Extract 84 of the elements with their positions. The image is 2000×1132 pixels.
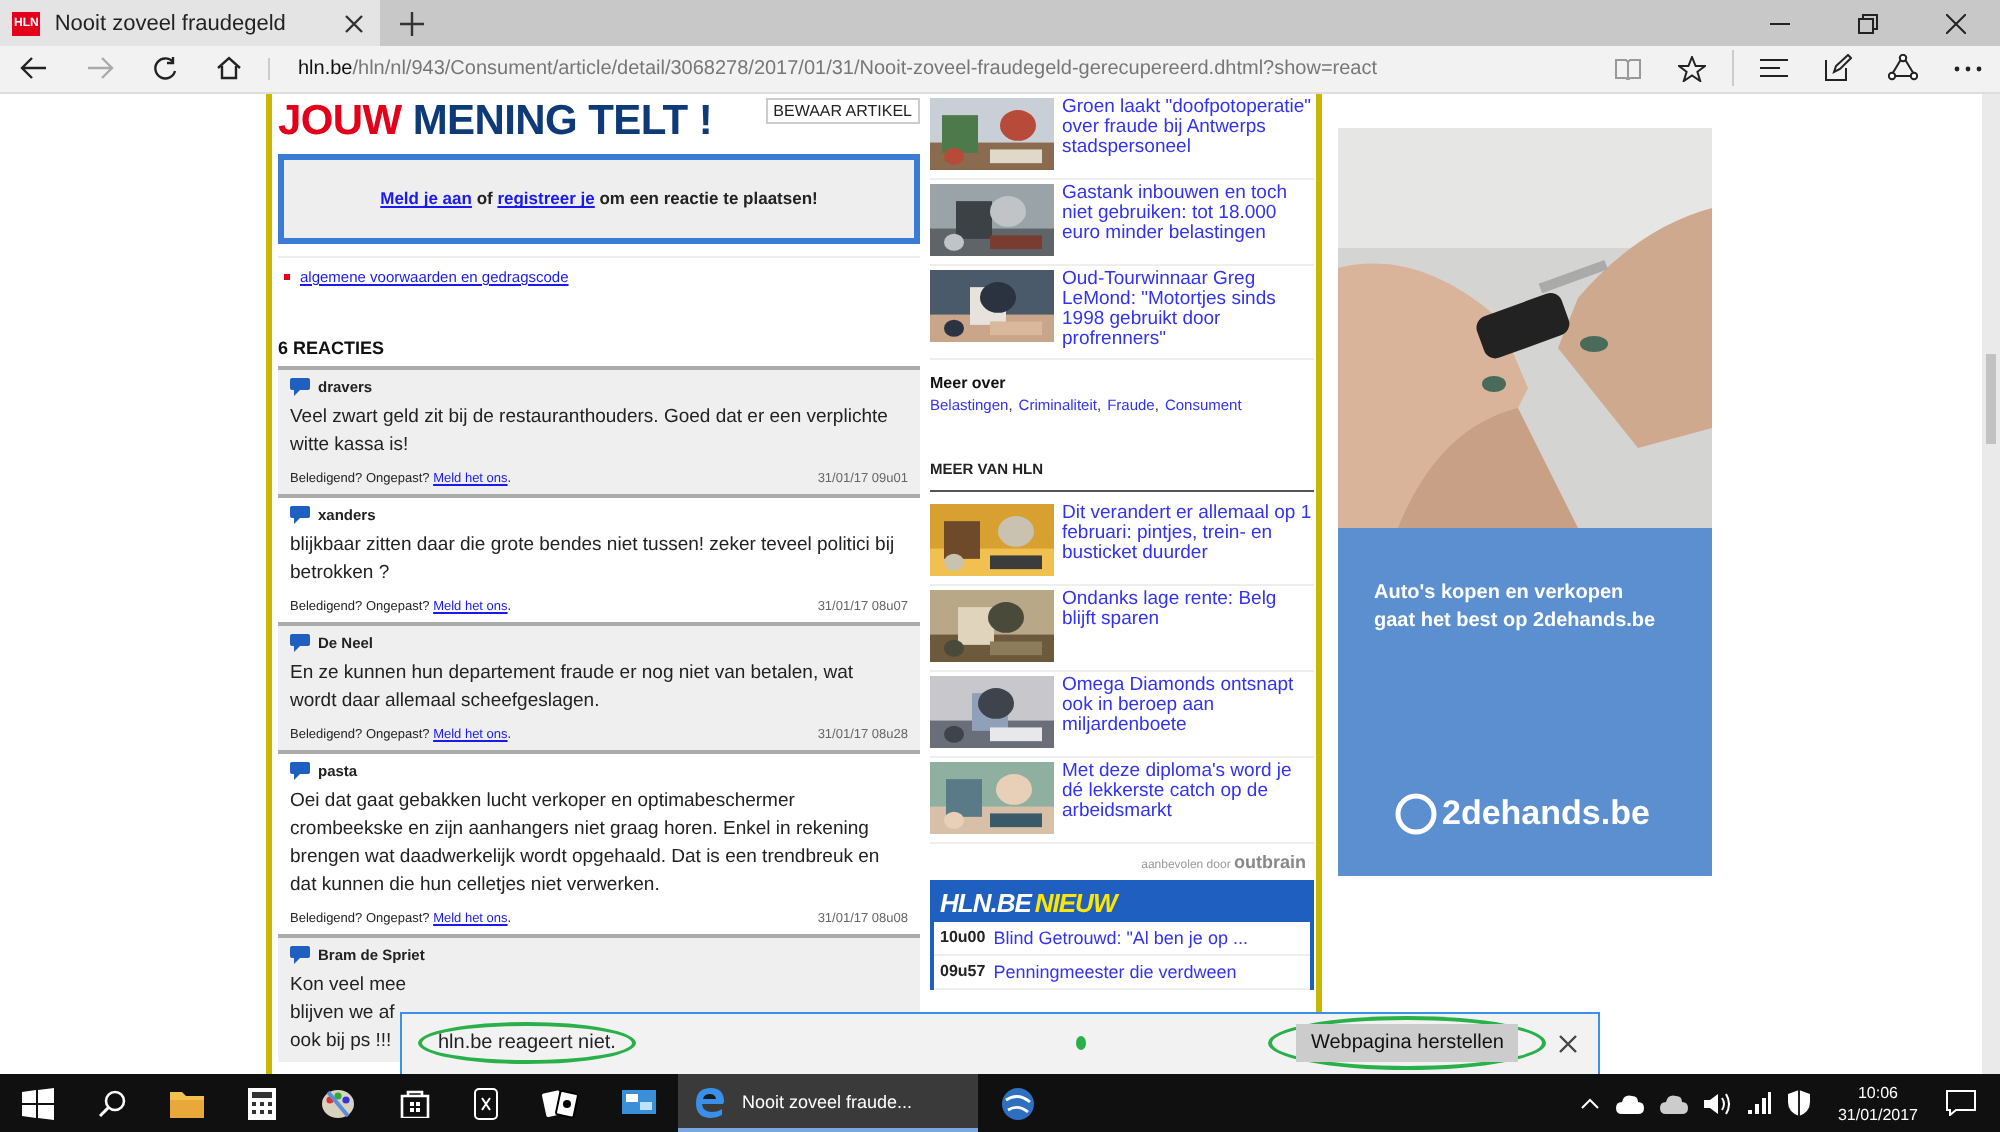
article-link[interactable]: Omega Diamonds ontsnapt ook in beroep aan miljardenboete	[1062, 675, 1314, 748]
shield-icon[interactable]	[1787, 1090, 1810, 1116]
news-link[interactable]: Blind Getrouwd: "Al ben je op ...	[993, 927, 1248, 948]
maximize-icon[interactable]	[1858, 13, 1878, 33]
caret-up-icon[interactable]	[1579, 1097, 1600, 1109]
notifications-icon[interactable]	[1946, 1090, 1976, 1116]
speech-bubble-icon	[290, 633, 310, 652]
outbrain-logo: outbrain	[1234, 851, 1306, 872]
speech-bubble-icon	[290, 377, 310, 396]
clock-date: 31/01/2017	[1837, 1103, 1918, 1125]
comment-text: Kon veel mee	[290, 971, 407, 1000]
close-icon[interactable]	[344, 13, 364, 33]
notification-message: hln.be reageert niet.	[438, 1032, 616, 1055]
bullet-icon	[284, 273, 290, 280]
monitor-icon[interactable]	[622, 1089, 656, 1117]
article-link[interactable]: Oud-Tourwinnaar Greg LeMond: "Motortjes sinds 1998 gebruikt door profrenners"	[1062, 269, 1314, 350]
marker-dot	[1075, 1036, 1086, 1051]
new-tab-icon[interactable]	[400, 11, 424, 35]
speech-bubble-icon	[290, 945, 310, 964]
calculator-icon[interactable]	[248, 1087, 276, 1119]
scrollbar[interactable]	[1982, 93, 2000, 1074]
tab-title: Nooit zoveel fraudegeld	[54, 11, 288, 35]
book-icon[interactable]	[1614, 57, 1642, 80]
palette-icon[interactable]	[320, 1087, 356, 1119]
news-label: NIEUW	[1034, 887, 1117, 918]
device-icon[interactable]	[474, 1087, 498, 1119]
login-link[interactable]: Meld je aan	[380, 188, 472, 209]
comment-text: Veel zwart geld zit bij de restauranthouders. Goed dat er een verplichte	[290, 403, 888, 432]
logo-ring-icon	[1394, 791, 1438, 836]
share-icon[interactable]	[1888, 54, 1918, 83]
speech-bubble-icon	[290, 505, 310, 524]
comment-text: wordt daar allemaal scheefgeslagen.	[290, 687, 600, 716]
comment-text: blijven we af	[290, 999, 395, 1028]
comment-text: En ze kunnen hun departement fraude er nog niet van betalen, wat	[290, 659, 854, 688]
tags-label: Meer over	[930, 373, 1006, 392]
close-icon[interactable]	[1558, 1033, 1578, 1054]
comment-text: blijkbaar zitten daar die grote bendes niet tussen! zeker teveel politici bij	[290, 531, 895, 560]
star-icon[interactable]	[1678, 55, 1706, 82]
refresh-icon[interactable]	[152, 55, 178, 82]
home-icon[interactable]	[216, 56, 242, 81]
more-icon[interactable]	[1954, 65, 1982, 72]
globe-icon[interactable]	[1000, 1085, 1036, 1121]
news-brand: HLN.BE	[940, 887, 1031, 918]
comments-heading: 6 REACTIES	[278, 337, 387, 358]
restore-button[interactable]: Webpagina herstellen	[1296, 1024, 1518, 1063]
volume-icon[interactable]	[1703, 1091, 1730, 1115]
comment-text: betrokken ?	[290, 559, 390, 588]
hub-icon[interactable]	[1760, 58, 1788, 79]
comment-text: witte kassa is!	[290, 431, 409, 460]
cloud-icon[interactable]	[1659, 1093, 1688, 1113]
save-article-button[interactable]: BEWAAR ARTIKEL	[765, 97, 920, 124]
taskbar-window-button[interactable]: Nooit zoveel fraude...	[678, 1074, 978, 1132]
folder-icon[interactable]	[170, 1089, 204, 1117]
browser-icon	[694, 1085, 726, 1117]
ad-text: gaat het best op 2dehands.be	[1374, 607, 1658, 636]
pen-note-icon[interactable]	[1824, 54, 1852, 83]
comment-text: dat kunnen die hun celletjes niet verwerken.	[290, 871, 660, 900]
ad-logo: 2dehands.be	[1442, 793, 1650, 834]
article-link[interactable]: Gastank inbouwen en toch niet gebruiken: tot 18.000 euro minder belastingen	[1062, 183, 1314, 256]
article-link[interactable]: Dit verandert er allemaal op 1 februari: pintjes, trein- en busticket duurder	[1062, 503, 1314, 576]
search-icon[interactable]	[98, 1089, 126, 1117]
comment-text: crombeekske en zijn aanhangers niet graag horen. Enkel in rekening	[290, 815, 869, 844]
windows-start-icon[interactable]	[22, 1087, 54, 1119]
login-link[interactable]: registreer je	[497, 188, 595, 209]
ad-text: Auto's kopen en verkopen	[1374, 579, 1626, 608]
back-icon[interactable]	[20, 56, 48, 81]
article-link[interactable]: Met deze diploma's word je dé lekkerste catch op de arbeidsmarkt	[1062, 761, 1314, 834]
news-link[interactable]: Penningmeester die verdween	[993, 961, 1237, 982]
playing-cards-icon[interactable]	[542, 1087, 578, 1119]
cloud-icon[interactable]	[1615, 1093, 1644, 1113]
comment-text: Oei dat gaat gebakken lucht verkoper en optimabeschermer	[290, 787, 795, 816]
page-heading: JOUW MENING TELT !	[278, 97, 713, 146]
close-icon[interactable]	[1946, 13, 1966, 33]
speech-bubble-icon	[290, 761, 310, 780]
login-prompt: Meld je aan of registreer je om een reactie te plaatsen!	[380, 188, 818, 209]
article-link[interactable]: Ondanks lage rente: Belg blijft sparen	[1062, 589, 1314, 662]
article-link[interactable]: Groen laakt "doofpotoperatie" over fraude bij Antwerps stadspersoneel	[1062, 97, 1314, 170]
shopping-bag-icon[interactable]	[400, 1088, 430, 1118]
comment-text: ook bij ps !!!	[290, 1027, 392, 1056]
wifi-icon[interactable]	[1745, 1091, 1772, 1115]
comment-text: brengen wat daadwerkelijk wordt opgehaald. Dat is een trendbreuk en	[290, 843, 880, 872]
clock-time: 10:06	[1857, 1081, 1898, 1103]
news-time: 09u57	[940, 961, 986, 982]
news-time: 10u00	[940, 927, 986, 948]
